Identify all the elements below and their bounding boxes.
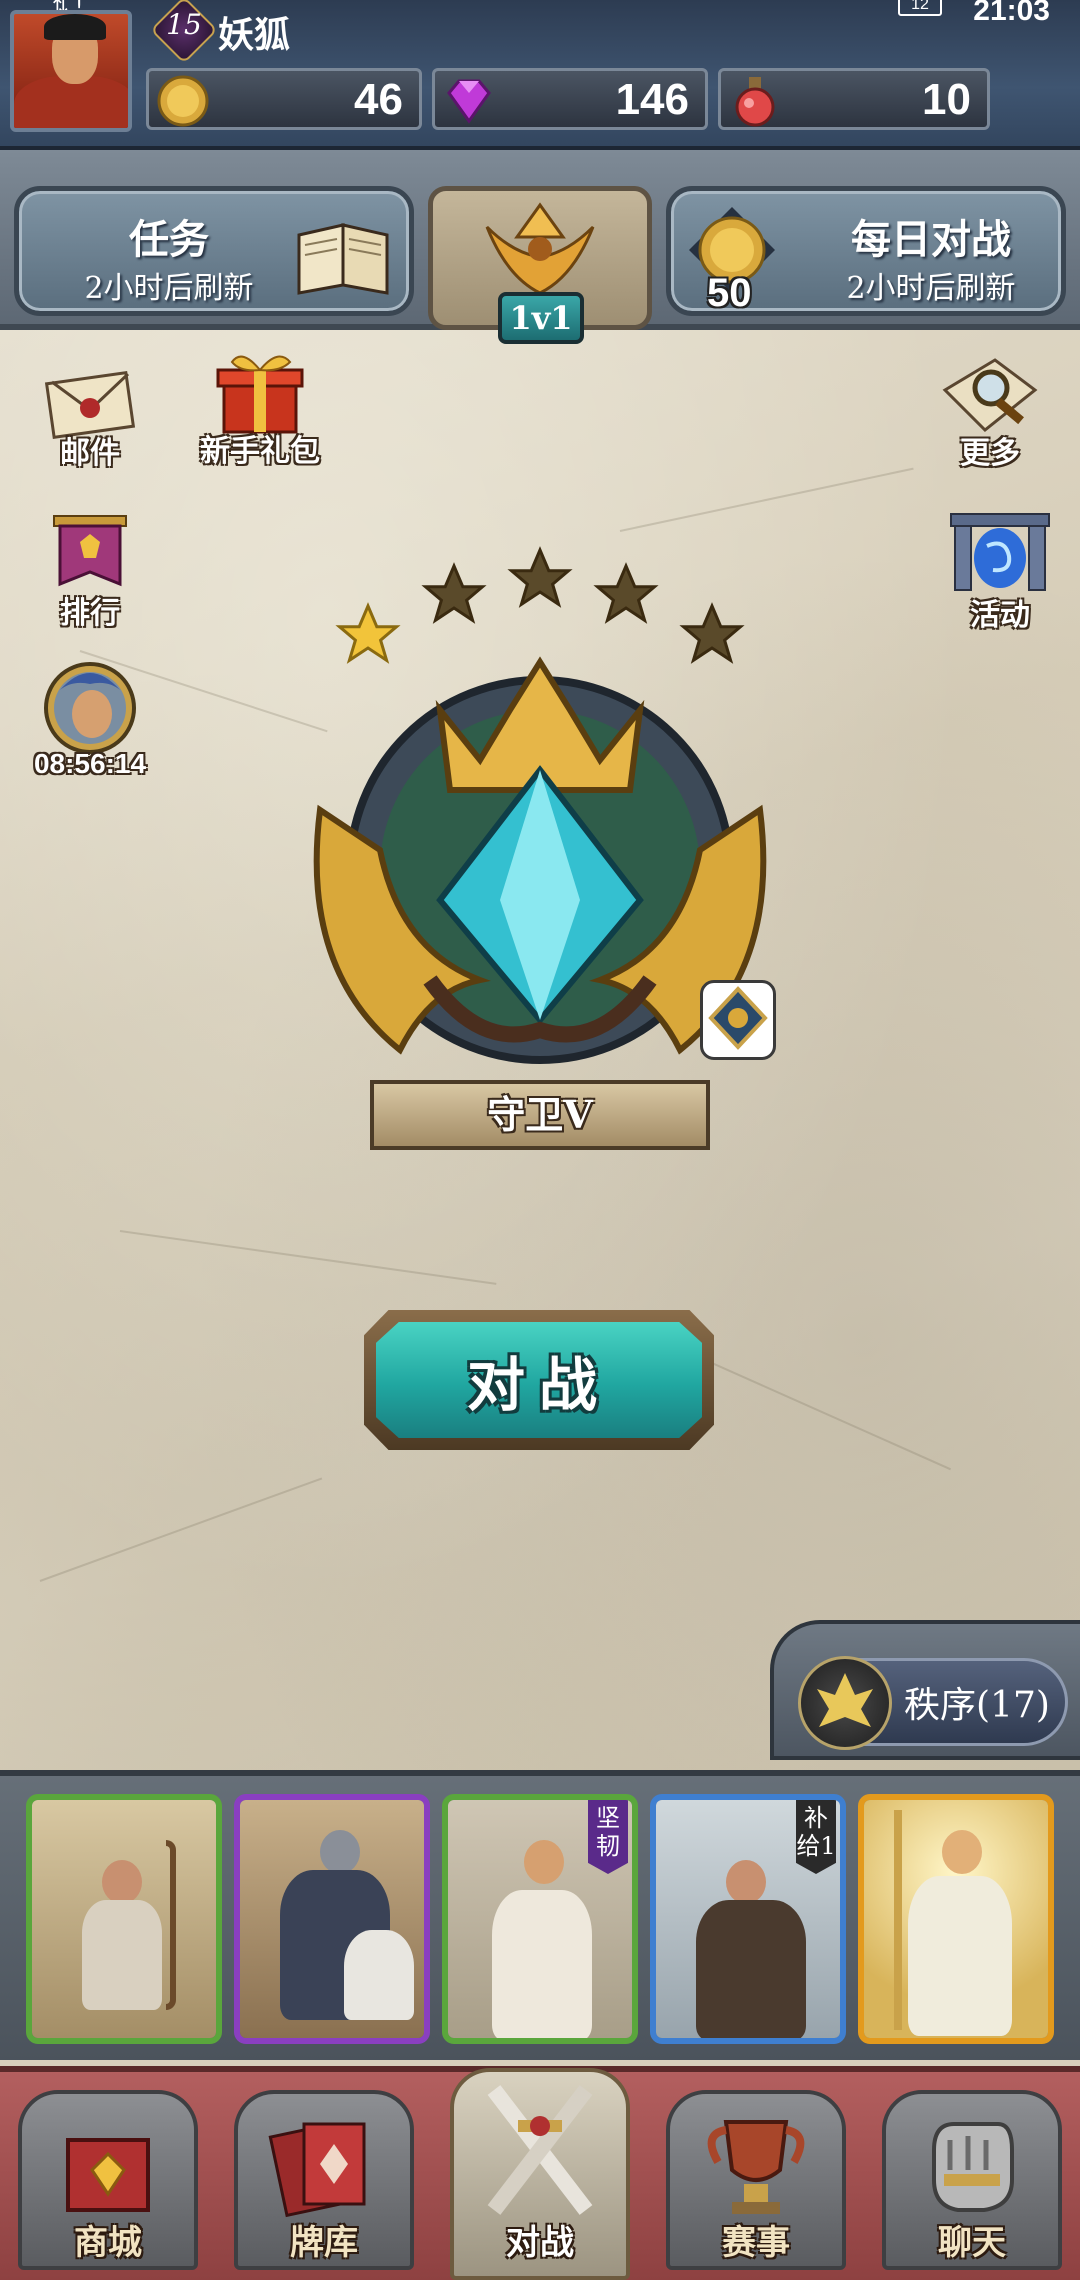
player-avatar[interactable]: [10, 10, 132, 132]
nav-chat[interactable]: 聊天: [882, 2080, 1062, 2270]
deck-card[interactable]: 补给1: [650, 1794, 846, 2044]
nav-events-label: 赛事: [722, 2223, 790, 2263]
trophy-icon: [707, 2120, 805, 2214]
daily-title: 每日对战: [851, 216, 1011, 263]
gauntlet-icon: [932, 2122, 1014, 2212]
rank-name: 守卫V: [370, 1080, 710, 1150]
more-button[interactable]: 更多: [920, 350, 1060, 480]
order-emblem-icon: [798, 1656, 892, 1750]
daily-reward-value: 50: [707, 271, 752, 315]
tasks-title: 任务: [129, 216, 209, 263]
top-header: ⇅ ! 12 21:03 15 妖狐 46 146 10: [0, 0, 1080, 150]
card-stack-icon: [268, 2122, 366, 2218]
offer-timer: 08:56:14: [33, 748, 147, 779]
magnifier-scroll-icon: [942, 358, 1038, 433]
hero-portrait-icon: [44, 662, 136, 754]
faction-label: 秩序(17): [904, 1685, 1050, 1726]
gem-counter[interactable]: 146: [432, 68, 708, 130]
more-label: 更多: [960, 436, 1020, 471]
shop-chest-icon: [66, 2138, 150, 2212]
star-empty-icon: [596, 564, 656, 622]
gem-value: 146: [615, 75, 689, 124]
gift-box-icon: [216, 355, 304, 434]
crossed-swords-icon: [487, 2085, 593, 2215]
nav-deck-label: 牌库: [290, 2223, 358, 2263]
tasks-subtitle: 2小时后刷新: [84, 271, 254, 306]
nav-battle-label: 对战: [506, 2223, 574, 2263]
newbie-pack-button[interactable]: 新手礼包: [190, 346, 330, 476]
events-label: 活动: [970, 598, 1030, 633]
daily-battle-button[interactable]: 50 每日对战 2小时后刷新: [666, 186, 1066, 316]
gold-counter[interactable]: 46: [146, 68, 422, 130]
nav-events[interactable]: 赛事: [666, 2080, 846, 2270]
nav-shop[interactable]: 商城: [18, 2080, 198, 2270]
deck-card[interactable]: [858, 1794, 1054, 2044]
newbie-pack-label: 新手礼包: [200, 434, 320, 469]
mail-button[interactable]: 邮件: [20, 356, 160, 476]
events-button[interactable]: 活动: [930, 508, 1070, 638]
player-level: 15: [166, 8, 202, 41]
nav-deck[interactable]: 牌库: [234, 2080, 414, 2270]
banner-icon: [53, 515, 127, 587]
player-name: 妖狐: [218, 14, 291, 56]
portal-icon: [950, 513, 1050, 591]
daily-subtitle: 2小时后刷新: [846, 271, 1016, 306]
battle-button[interactable]: 对战: [364, 1310, 714, 1450]
potion-icon: [735, 77, 775, 127]
nav-chat-label: 聊天: [938, 2223, 1006, 2263]
card-tag: 补给1: [796, 1800, 836, 1874]
book-icon: [297, 223, 389, 295]
ranking-label: 排行: [60, 596, 120, 631]
mail-label: 邮件: [60, 436, 120, 471]
gold-coin-icon: [157, 75, 209, 127]
tasks-button[interactable]: 任务 2小时后刷新: [14, 186, 414, 316]
gem-icon: [447, 79, 491, 124]
star-empty-icon: [510, 548, 570, 606]
nav-shop-label: 商城: [74, 2223, 142, 2263]
gold-value: 46: [354, 75, 403, 124]
nav-battle[interactable]: 对战: [450, 2068, 630, 2280]
rank-info-bubble[interactable]: [700, 980, 776, 1060]
mode-label: 1v1: [498, 292, 584, 344]
battle-button-label: 对战: [466, 1351, 611, 1419]
rank-badge-icon: [708, 986, 768, 1050]
deck-card[interactable]: [234, 1794, 430, 2044]
battery-icon: 12: [898, 0, 942, 16]
potion-counter[interactable]: 10: [718, 68, 990, 130]
ranking-button[interactable]: 排行: [20, 506, 160, 636]
limited-offer-button[interactable]: 08:56:14: [20, 660, 160, 790]
potion-value: 10: [922, 75, 971, 124]
deck-card[interactable]: [26, 1794, 222, 2044]
status-time: 21:03: [973, 0, 1050, 27]
deck-card[interactable]: 坚韧: [442, 1794, 638, 2044]
card-tag: 坚韧: [588, 1800, 628, 1874]
crown-emblem-icon: [485, 202, 595, 295]
star-empty-icon: [424, 564, 484, 622]
